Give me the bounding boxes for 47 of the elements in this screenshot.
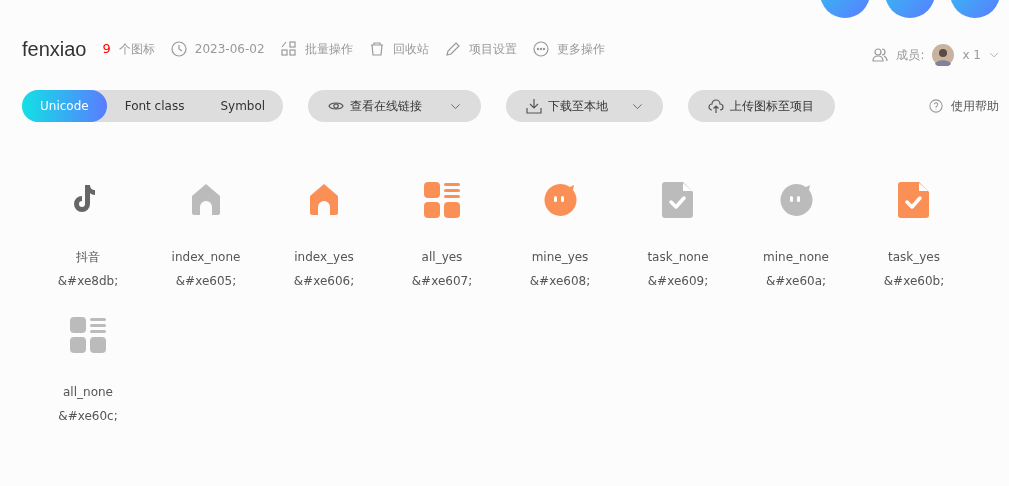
document-check-icon[interactable] [896,182,932,218]
date-text: 2023-06-02 [194,41,265,58]
members-icon [872,47,889,63]
toolbar-button[interactable]: 上传图标至项目 [688,90,836,122]
icon-code: &#xe60c; [58,408,118,425]
toolbar-button[interactable]: 查看在线链接 [308,90,482,122]
chat-bubble-icon[interactable] [542,182,578,218]
toolbar-button[interactable]: 下载至本地 [506,90,664,122]
icon-code: &#xe606; [293,273,355,290]
project-title: fenxiao [22,37,87,62]
mode-tab[interactable]: Font class [106,90,203,122]
mode-tab[interactable]: Symbol [202,90,284,122]
members-label: 成员: [896,47,925,64]
trash-icon [368,41,385,57]
member-count: x 1 [962,47,981,64]
icon-count-label: 个图标 [118,41,155,58]
icon-name: task_none [647,249,709,266]
squares-icon [280,41,297,57]
chevron-down-icon [989,50,999,60]
avatar [932,44,955,66]
icon-name: index_yes [294,249,354,266]
icon-name: task_yes [888,249,940,266]
help-icon [929,99,943,113]
icon-count: 9 [102,40,111,59]
download-icon [526,98,543,114]
document-check-icon[interactable] [660,182,696,218]
chat-bubble-icon[interactable] [778,182,814,218]
icon-code: &#xe609; [647,273,709,290]
icon-code: &#xe60a; [765,273,827,290]
icon-name: 抖音 [76,249,100,266]
icon-name: all_none [63,384,113,401]
icon-code: &#xe605; [175,273,237,290]
icon-code: &#xe60b; [883,273,945,290]
icon-name: mine_none [763,249,829,266]
icon-name: index_none [171,249,241,266]
cloud-upload-icon [708,98,725,114]
icon-code: &#xe8db; [57,273,119,290]
more-icon [532,41,549,57]
pencil-icon [444,41,461,57]
icon-code: &#xe608; [529,273,591,290]
help-link[interactable]: 使用帮助 [929,97,999,115]
icon-name: mine_yes [531,249,589,266]
icon-code: &#xe607; [411,273,473,290]
grid-icon[interactable] [424,182,460,218]
clock-icon [170,41,187,57]
grid-icon[interactable] [70,317,106,353]
icon-name: all_yes [421,249,463,266]
